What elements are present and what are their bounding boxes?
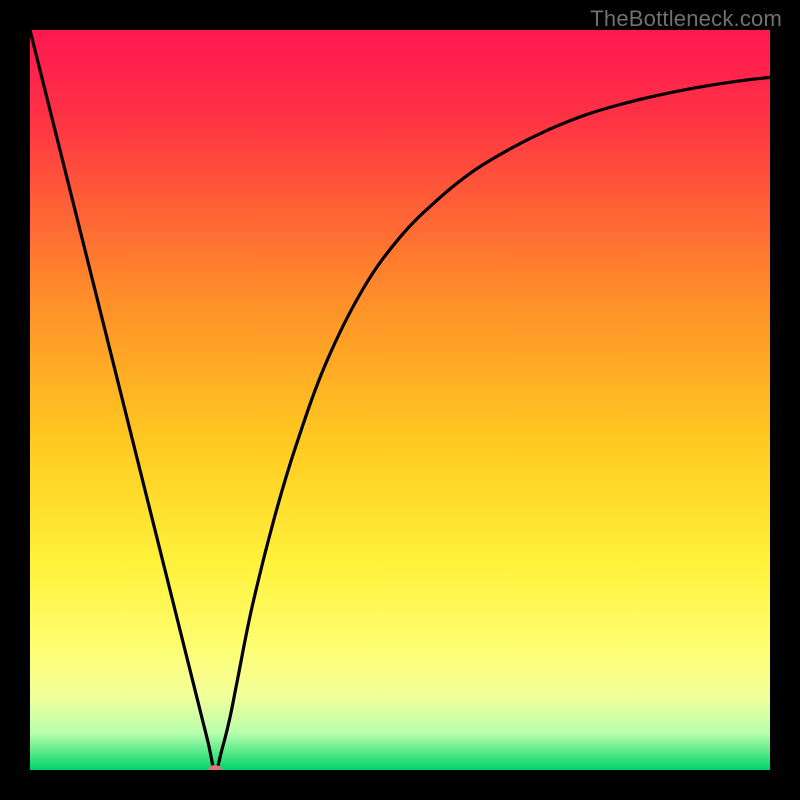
plot-area (30, 30, 770, 770)
plot-svg (30, 30, 770, 770)
gradient-background (30, 30, 770, 770)
watermark-text: TheBottleneck.com (590, 6, 782, 32)
chart-frame: TheBottleneck.com (0, 0, 800, 800)
